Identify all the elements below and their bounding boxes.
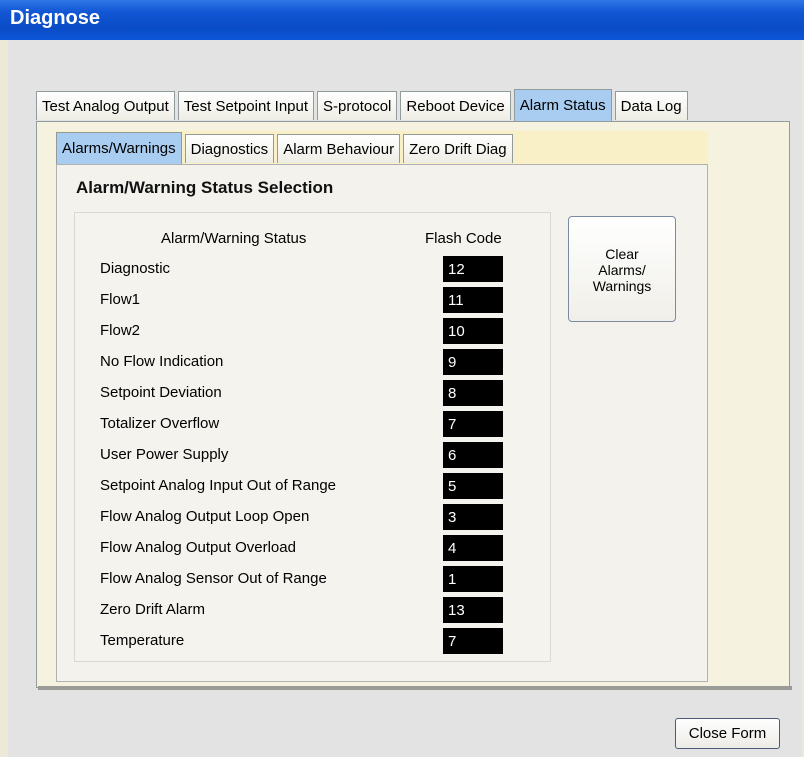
close-form-button[interactable]: Close Form: [675, 718, 780, 749]
status-label-no-flow-indication: No Flow Indication: [100, 353, 224, 370]
clear-alarms-warnings-button[interactable]: Clear Alarms/ Warnings: [568, 216, 676, 322]
status-label-flow-analog-output-overload: Flow Analog Output Overload: [100, 539, 296, 556]
status-label-diagnostic: Diagnostic: [100, 260, 171, 277]
inner-tab-strip: Alarms/Warnings Diagnostics Alarm Behavi…: [56, 132, 516, 164]
flash-code-totalizer-overflow: 7: [443, 411, 503, 437]
flash-code-no-flow-indication: 9: [443, 349, 503, 375]
clear-button-line-3: Warnings: [592, 278, 652, 294]
tab-alarm-behaviour[interactable]: Alarm Behaviour: [277, 134, 401, 163]
flash-code-zero-drift-alarm: 13: [443, 597, 503, 623]
diagnose-window: Diagnose Test Analog Output Test Setpoin…: [0, 0, 804, 757]
status-label-flow1: Flow1: [100, 291, 141, 308]
tab-alarm-status[interactable]: Alarm Status: [513, 89, 612, 121]
flash-code-flow2: 10: [443, 318, 503, 344]
status-label-zero-drift-alarm: Zero Drift Alarm: [100, 601, 206, 618]
section-title: Alarm/Warning Status Selection: [76, 178, 334, 197]
status-label-user-power-supply: User Power Supply: [100, 446, 229, 463]
clear-button-line-2: Alarms/: [598, 262, 646, 278]
outer-tab-strip: Test Analog Output Test Setpoint Input S…: [36, 89, 691, 121]
flash-code-setpoint-deviation: 8: [443, 380, 503, 406]
tab-alarms-warnings[interactable]: Alarms/Warnings: [56, 132, 182, 164]
status-label-setpoint-analog-input-out-of-range: Setpoint Analog Input Out of Range: [100, 477, 337, 494]
flash-code-flow-analog-sensor-out-of-range: 1: [443, 566, 503, 592]
tab-data-log[interactable]: Data Log: [614, 91, 688, 120]
status-column-header: Alarm/Warning Status: [161, 230, 307, 247]
panel-shadow: [38, 686, 792, 690]
title-bar[interactable]: Diagnose: [0, 0, 804, 40]
flash-code-temperature: 7: [443, 628, 503, 654]
status-label-totalizer-overflow: Totalizer Overflow: [100, 415, 220, 432]
status-label-flow2: Flow2: [100, 322, 141, 339]
status-label-flow-analog-output-loop-open: Flow Analog Output Loop Open: [100, 508, 310, 525]
tab-test-analog-output[interactable]: Test Analog Output: [36, 91, 175, 120]
tab-s-protocol[interactable]: S-protocol: [317, 91, 398, 120]
flash-code-flow1: 11: [443, 287, 503, 313]
tab-test-setpoint-input[interactable]: Test Setpoint Input: [177, 91, 315, 120]
tab-reboot-device[interactable]: Reboot Device: [400, 91, 511, 120]
tab-diagnostics[interactable]: Diagnostics: [184, 134, 275, 163]
status-label-setpoint-deviation: Setpoint Deviation: [100, 384, 222, 401]
flash-code-diagnostic: 12: [443, 256, 503, 282]
window-title: Diagnose: [10, 7, 101, 29]
clear-button-label: Clear Alarms/ Warnings: [593, 246, 652, 294]
status-label-flow-analog-sensor-out-of-range: Flow Analog Sensor Out of Range: [100, 570, 327, 587]
flash-code-column-header: Flash Code: [425, 230, 502, 247]
status-label-temperature: Temperature: [100, 632, 185, 649]
flash-code-flow-analog-output-loop-open: 3: [443, 504, 503, 530]
tab-zero-drift-diag[interactable]: Zero Drift Diag: [403, 134, 513, 163]
clear-button-line-1: Clear: [605, 246, 639, 262]
flash-code-user-power-supply: 6: [443, 442, 503, 468]
flash-code-flow-analog-output-overload: 4: [443, 535, 503, 561]
flash-code-setpoint-analog-input-out-of-range: 5: [443, 473, 503, 499]
